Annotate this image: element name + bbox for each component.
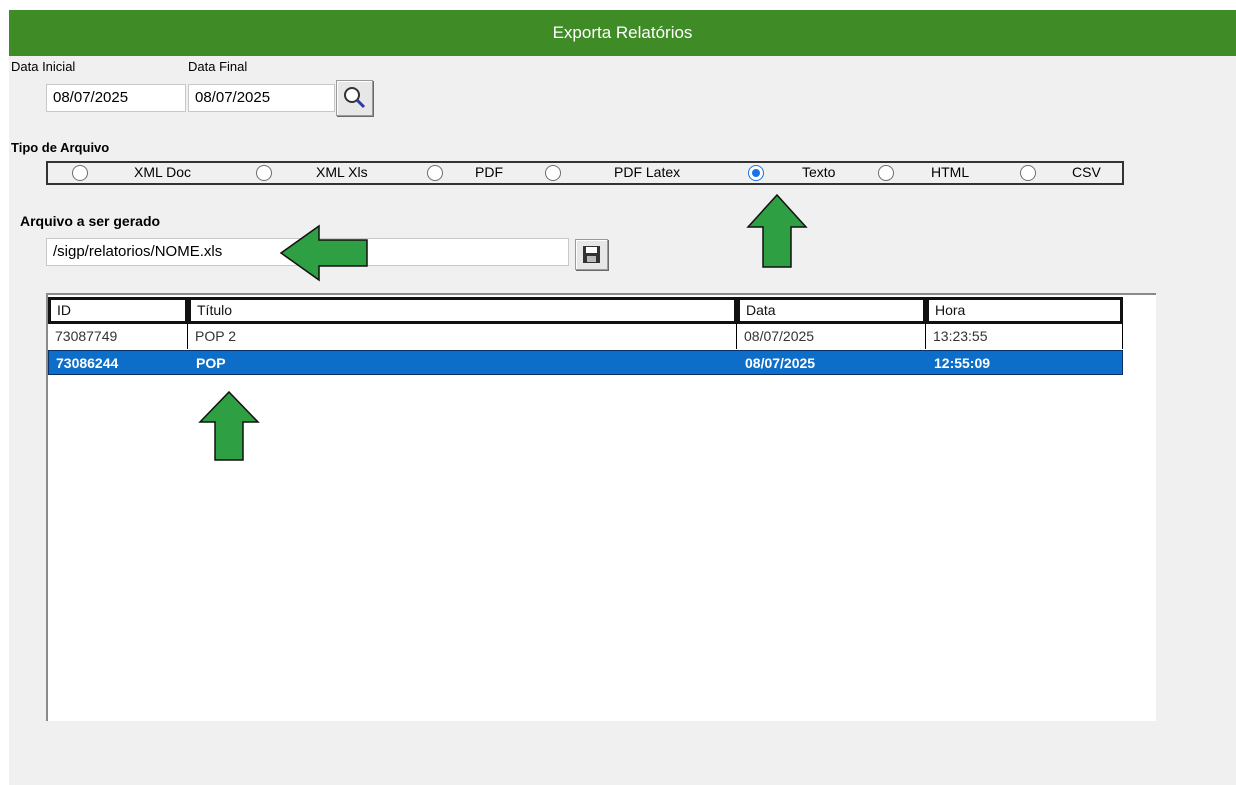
radio-pdf-latex[interactable] <box>545 165 561 181</box>
cell-id: 73086244 <box>56 355 119 371</box>
column-header-date[interactable]: Data <box>737 297 926 324</box>
cell-time: 12:55:09 <box>934 355 991 371</box>
start-date-label: Data Inicial <box>11 59 76 74</box>
start-date-field[interactable]: 08/07/2025 <box>46 84 186 112</box>
export-reports-window: Exporta Relatórios Data Inicial Data Fin… <box>9 10 1236 785</box>
radio-html[interactable] <box>878 165 894 181</box>
up-arrow-annotation-icon <box>746 193 808 268</box>
column-header-time[interactable]: Hora <box>926 297 1123 324</box>
column-header-title[interactable]: Título <box>188 297 737 324</box>
file-type-label: Tipo de Arquivo <box>11 140 110 155</box>
radio-pdf[interactable] <box>427 165 443 181</box>
radio-texto-label: Texto <box>802 164 836 180</box>
end-date-label: Data Final <box>188 59 248 74</box>
magnifier-icon <box>344 87 366 109</box>
search-button[interactable] <box>336 80 373 116</box>
radio-xml-doc-label: XML Doc <box>134 164 192 180</box>
radio-csv[interactable] <box>1020 165 1036 181</box>
cell-id: 73087749 <box>48 324 188 349</box>
radio-xml-xls[interactable] <box>256 165 272 181</box>
cell-title: POP 2 <box>188 324 737 349</box>
left-arrow-annotation-icon <box>279 224 368 282</box>
radio-texto[interactable] <box>748 165 764 181</box>
save-button[interactable] <box>575 239 608 270</box>
column-header-id[interactable]: ID <box>48 297 188 324</box>
radio-pdf-label: PDF <box>475 164 503 180</box>
radio-csv-label: CSV <box>1072 164 1101 180</box>
cell-date: 08/07/2025 <box>737 324 926 349</box>
floppy-disk-icon <box>583 246 600 263</box>
cell-title: POP <box>196 355 226 371</box>
table-row-selected[interactable]: 73086244 POP 08/07/2025 12:55:09 <box>48 350 1123 375</box>
up-arrow-annotation-icon <box>198 390 260 461</box>
reports-table[interactable]: ID Título Data Hora 73087749 POP 2 08/07… <box>46 293 1156 721</box>
table-row[interactable]: 73087749 POP 2 08/07/2025 13:23:55 <box>48 324 1123 349</box>
radio-html-label: HTML <box>931 164 970 180</box>
radio-xml-xls-label: XML Xls <box>316 164 368 180</box>
cell-date: 08/07/2025 <box>745 355 816 371</box>
radio-pdf-latex-label: PDF Latex <box>614 164 681 180</box>
end-date-field[interactable]: 08/07/2025 <box>188 84 335 112</box>
output-file-label: Arquivo a ser gerado <box>20 213 161 229</box>
file-type-radio-group: XML Doc XML Xls PDF PDF Latex Texto HTML… <box>46 161 1124 185</box>
cell-time: 13:23:55 <box>926 324 1123 349</box>
radio-xml-doc[interactable] <box>72 165 88 181</box>
window-title: Exporta Relatórios <box>9 10 1236 56</box>
